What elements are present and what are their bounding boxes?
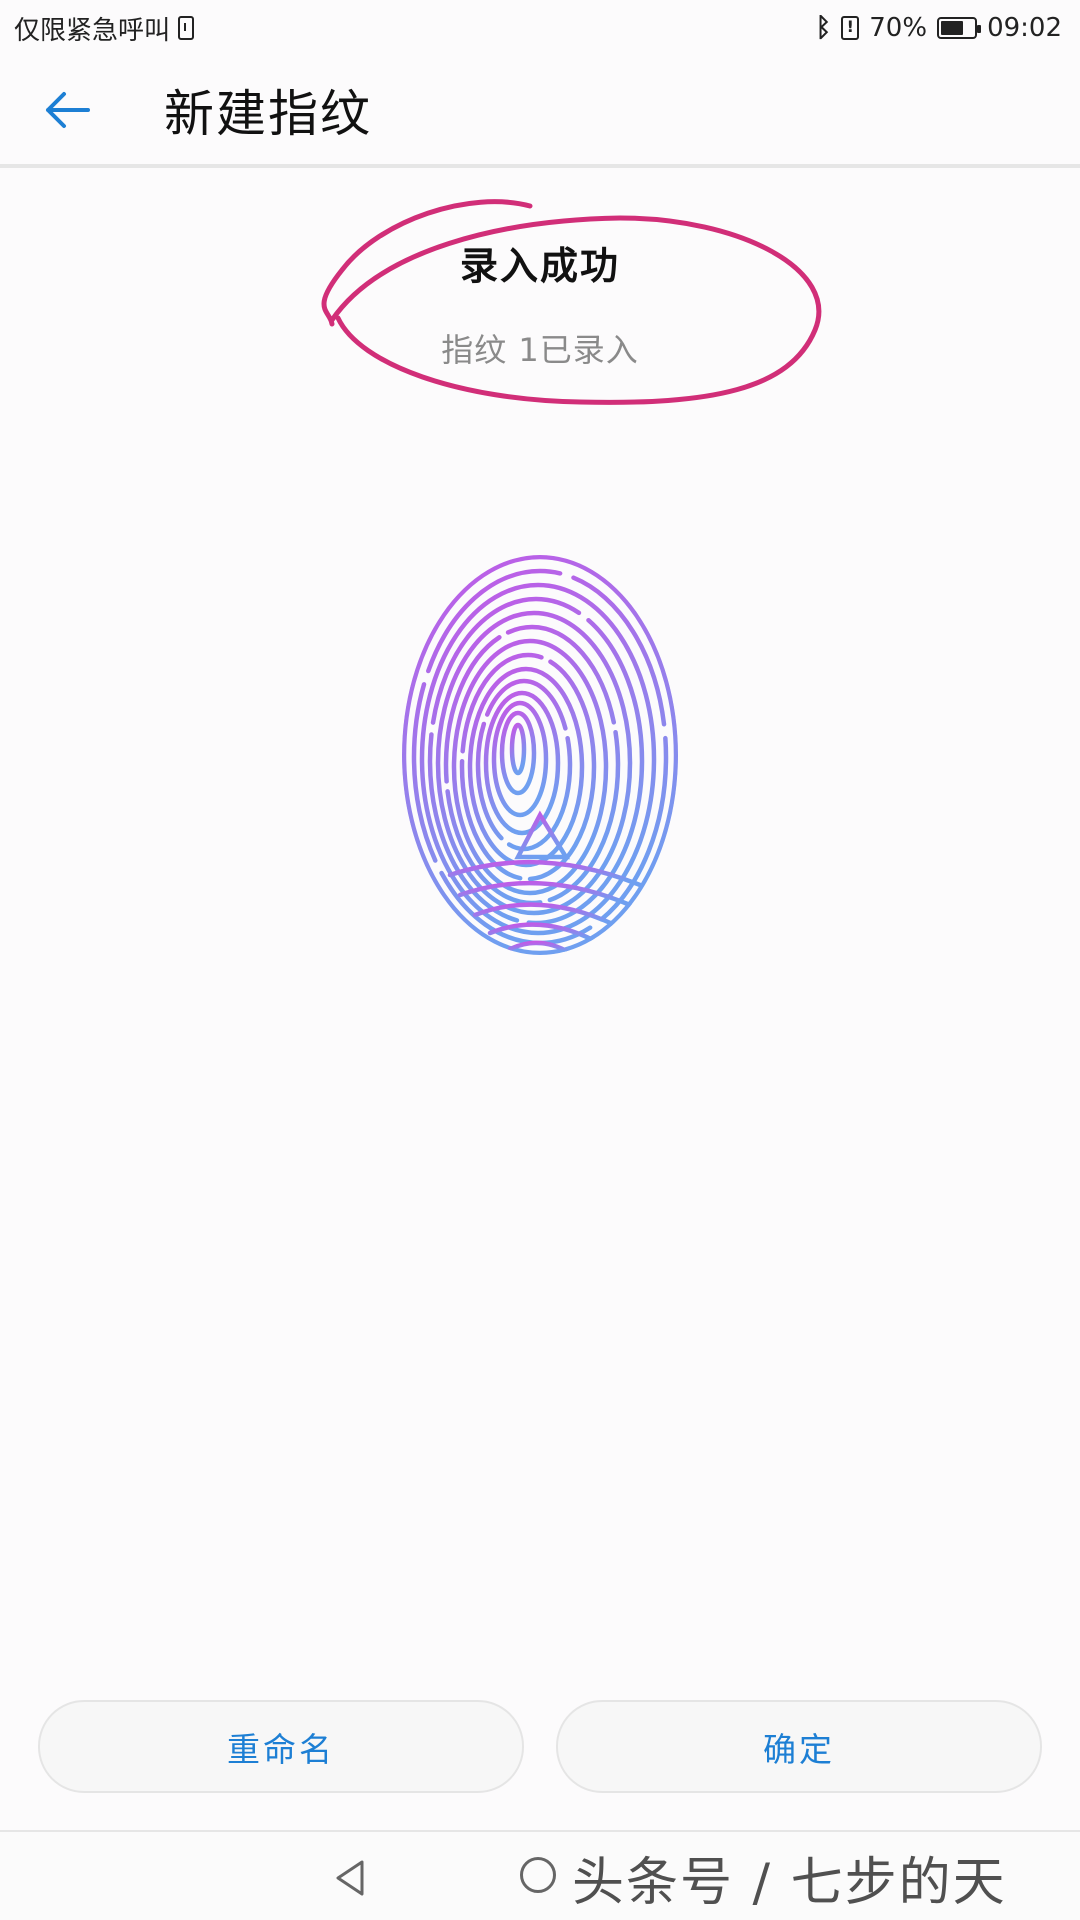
back-button[interactable] [32,75,102,145]
battery-percent: 70% [869,13,928,43]
result-subtitle: 指纹 1已录入 [441,331,639,369]
page-title: 新建指纹 [164,85,372,143]
fingerprint-icon [402,555,678,955]
confirm-button[interactable]: 确定 [556,1700,1042,1793]
result-block: 录入成功 指纹 1已录入 [0,235,1080,371]
carrier-text: 仅限紧急呼叫 [14,15,171,46]
button-row: 重命名 确定 [38,1700,1042,1793]
sim-card-icon [178,16,195,40]
rename-button[interactable]: 重命名 [38,1700,524,1793]
triangle-back-icon[interactable] [330,1858,370,1898]
bluetooth-icon: ᛒ [815,13,832,43]
storage-alert-icon: ! [841,16,860,40]
circle-home-icon[interactable] [520,1857,556,1893]
status-bar: 仅限紧急呼叫 ᛒ ! 70% 09:02 [0,0,1080,56]
battery-icon [937,17,982,39]
navigation-bar: 头条号 / 七步的天 [0,1830,1080,1920]
status-right: ᛒ ! 70% 09:02 [816,13,1062,43]
status-left: 仅限紧急呼叫 [14,10,195,47]
clock: 09:02 [987,13,1062,43]
watermark-text: 头条号 / 七步的天 [572,1853,1007,1913]
app-header: 新建指纹 [0,56,1080,168]
result-title: 录入成功 [459,244,620,288]
battery-fill [941,21,964,35]
arrow-left-icon [46,92,90,128]
